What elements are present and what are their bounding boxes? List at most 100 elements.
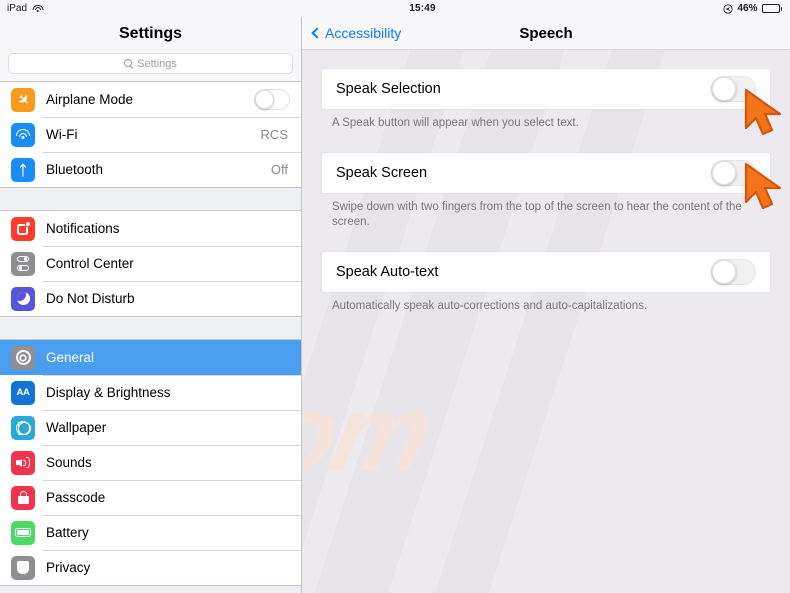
lock-icon xyxy=(11,485,35,510)
sidebar-item-label: Wallpaper xyxy=(46,420,107,435)
sidebar-item-wi-fi[interactable]: Wi-Fi RCS xyxy=(0,117,301,152)
sidebar-item-label: Sounds xyxy=(46,455,92,470)
toggle-airplane-mode[interactable] xyxy=(254,89,290,110)
sidebar-item-label: Airplane Mode xyxy=(46,92,134,107)
sidebar-item-label: Privacy xyxy=(46,560,91,575)
speech-setting-block: Speak Screen Swipe down with two fingers … xyxy=(302,152,790,230)
wifi-icon xyxy=(11,122,35,147)
sidebar-item-bluetooth[interactable]: ᛏ Bluetooth Off xyxy=(0,152,301,187)
sidebar-item-label: Bluetooth xyxy=(46,162,104,177)
aa-glyph: AA xyxy=(16,387,30,398)
toggle-knob xyxy=(255,90,274,109)
battery-percent: 46% xyxy=(737,3,758,14)
sidebar-item-wallpaper[interactable]: Wallpaper xyxy=(0,410,301,445)
speech-setting-block: Speak Auto-text Automatically speak auto-… xyxy=(302,251,790,314)
back-button[interactable]: Accessibility xyxy=(302,25,401,41)
page-title: Settings xyxy=(118,24,183,42)
sidebar-item-display-brightness[interactable]: AA Display & Brightness xyxy=(0,375,301,410)
toggle-knob xyxy=(712,259,736,284)
lock-glyph xyxy=(17,491,29,504)
row-footer: Swipe down with two fingers from the top… xyxy=(332,200,742,228)
status-bar-center: 15:49 xyxy=(300,3,545,14)
battery-glyph xyxy=(15,528,31,537)
chevron-left-icon xyxy=(311,27,323,39)
ipad-settings-screen: .com .com iPad 15:49 46% xyxy=(0,0,790,593)
row-label: Speak Auto-text xyxy=(336,263,439,280)
sidebar-item-value: Off xyxy=(270,162,288,177)
status-bar-right: 46% xyxy=(545,3,790,14)
row-footer: Automatically speak auto-corrections and… xyxy=(332,299,648,312)
moon-glyph xyxy=(16,292,30,305)
sidebar-item-airplane-mode[interactable]: ✈ Airplane Mode xyxy=(0,82,301,117)
sidebar-item-control-center[interactable]: Control Center xyxy=(0,246,301,281)
sidebar-item-label: Wi-Fi xyxy=(46,127,78,142)
detail-content: Speak Selection A Speak button will appea… xyxy=(302,50,790,593)
row-label: Speak Selection xyxy=(336,81,441,97)
sidebar-list: ✈ Airplane Mode Wi-Fi RCS ᛏ Bluetooth Off Notif… xyxy=(0,81,301,586)
search-placeholder: Settings xyxy=(137,57,177,70)
bluetooth-icon: ᛏ xyxy=(11,157,35,182)
clock: 15:49 xyxy=(409,3,436,14)
location-arrow-icon xyxy=(723,3,734,14)
control-center-icon xyxy=(11,251,35,276)
sidebar-header: Settings xyxy=(0,17,301,50)
toggle-speak-selection[interactable] xyxy=(711,76,756,102)
toggle-speak-screen[interactable] xyxy=(711,159,756,186)
battery-icon xyxy=(11,520,35,545)
sidebar-item-battery[interactable]: Battery xyxy=(0,515,301,550)
control-center-glyph xyxy=(17,256,29,271)
privacy-hand-icon xyxy=(11,555,35,580)
gear-glyph xyxy=(15,350,31,365)
sidebar-item-label: Notifications xyxy=(46,221,120,236)
status-bar-left: iPad xyxy=(0,3,300,14)
sidebar-item-passcode[interactable]: Passcode xyxy=(0,480,301,515)
back-button-label: Accessibility xyxy=(325,25,402,41)
wallpaper-icon xyxy=(11,415,35,440)
settings-sidebar: Settings Settings ✈ Airplane Mode Wi-Fi RCS… xyxy=(0,17,302,593)
speech-setting-block: Speak Selection A Speak button will appea… xyxy=(302,50,790,131)
search-container: Settings xyxy=(0,50,301,81)
privacy-glyph xyxy=(17,561,29,574)
sidebar-item-label: Battery xyxy=(46,525,89,540)
sidebar-item-sounds[interactable]: Sounds xyxy=(0,445,301,480)
detail-nav-bar: Accessibility Speech xyxy=(302,17,790,50)
sidebar-item-privacy[interactable]: Privacy xyxy=(0,550,301,585)
row-footer: A Speak button will appear when you sele… xyxy=(332,117,579,129)
toggle-knob xyxy=(712,160,736,185)
search-icon xyxy=(124,59,133,68)
gear-icon xyxy=(11,345,35,370)
speech-detail-pane: Accessibility Speech Speak Selection A Sp… xyxy=(302,17,790,593)
bluetooth-glyph: ᛏ xyxy=(18,161,28,178)
row-speak-auto-text[interactable]: Speak Auto-text xyxy=(322,251,770,292)
airplane-glyph: ✈ xyxy=(14,89,33,109)
row-speak-selection[interactable]: Speak Selection xyxy=(322,69,770,109)
row-speak-screen[interactable]: Speak Screen xyxy=(322,152,770,193)
wallpaper-glyph xyxy=(16,420,31,435)
sidebar-group: Notifications Control Center Do Not Distur… xyxy=(0,210,301,317)
sidebar-item-label: Control Center xyxy=(46,256,134,271)
sidebar-item-do-not-disturb[interactable]: Do Not Disturb xyxy=(0,281,301,316)
battery-icon xyxy=(761,4,782,13)
sidebar-item-label: Display & Brightness xyxy=(46,385,171,400)
device-name: iPad xyxy=(7,3,28,14)
wifi-icon xyxy=(32,4,44,13)
wifi-glyph xyxy=(16,129,30,140)
sidebar-item-value: RCS xyxy=(260,127,288,142)
sidebar-item-notifications[interactable]: Notifications xyxy=(0,211,301,246)
toggle-speak-auto-text[interactable] xyxy=(711,258,756,285)
sidebar-group: General AA Display & Brightness Wallpaper So… xyxy=(0,339,301,586)
sidebar-item-label: Passcode xyxy=(46,490,106,505)
sounds-glyph xyxy=(16,457,30,469)
sidebar-item-label: Do Not Disturb xyxy=(46,291,135,306)
sidebar-group: ✈ Airplane Mode Wi-Fi RCS ᛏ Bluetooth Off xyxy=(0,81,301,188)
notifications-glyph xyxy=(16,221,31,235)
display-brightness-icon: AA xyxy=(11,380,35,405)
sidebar-item-general[interactable]: General xyxy=(0,340,301,375)
moon-icon xyxy=(11,286,35,311)
search-input[interactable]: Settings xyxy=(8,53,293,74)
toggle-knob xyxy=(712,77,736,101)
split-view: Settings Settings ✈ Airplane Mode Wi-Fi RCS… xyxy=(0,17,790,593)
sidebar-item-label: General xyxy=(46,350,95,365)
